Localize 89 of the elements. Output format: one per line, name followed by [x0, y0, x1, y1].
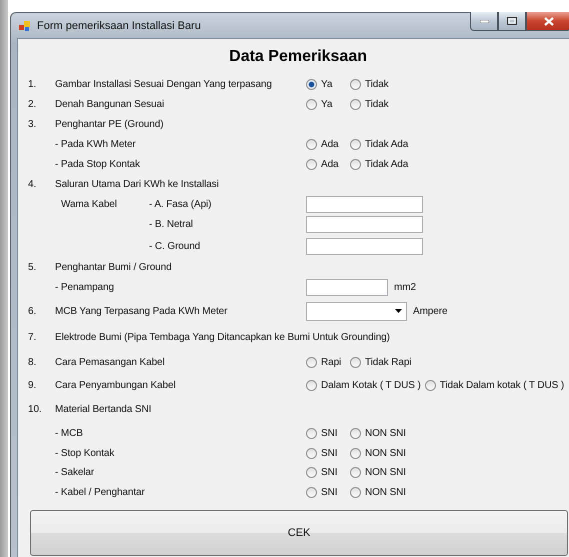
- item-label: Gambar Installasi Sesuai Dengan Yang terpasang: [55, 78, 272, 90]
- item-label: MCB Yang Terpasang Pada KWh Meter: [55, 306, 228, 316]
- radio-button[interactable]: [306, 356, 317, 368]
- text-field[interactable]: [306, 279, 388, 296]
- radio-option[interactable]: Rapi: [306, 356, 346, 368]
- radio-button[interactable]: [350, 98, 361, 110]
- radio-button[interactable]: [350, 486, 361, 498]
- radio-option[interactable]: SNI: [306, 448, 346, 459]
- radio-button[interactable]: [306, 78, 317, 90]
- close-button[interactable]: [526, 12, 569, 31]
- maximize-icon: [507, 17, 518, 25]
- app-icon: [19, 20, 31, 32]
- sub-label: - C. Ground: [149, 240, 200, 252]
- dropdown-field[interactable]: [306, 302, 407, 320]
- maximize-button[interactable]: [498, 12, 526, 31]
- radio-button[interactable]: [306, 467, 317, 478]
- radio-button[interactable]: [306, 380, 317, 391]
- radio-option[interactable]: Ada: [306, 159, 346, 170]
- radio-button[interactable]: [350, 356, 361, 368]
- item-label: Cara Pemasangan Kabel: [55, 356, 165, 368]
- radio-button[interactable]: [424, 380, 436, 391]
- radio-button[interactable]: [306, 98, 317, 110]
- text-field[interactable]: [306, 196, 423, 212]
- radio-button[interactable]: [350, 78, 361, 90]
- close-icon: [544, 16, 554, 26]
- unit-label: Ampere: [413, 306, 448, 316]
- item-number: 2.: [28, 98, 36, 110]
- text-field[interactable]: [306, 216, 423, 233]
- radio-option[interactable]: Tidak: [350, 98, 390, 110]
- item-label: - Pada Stop Kontak: [55, 159, 140, 170]
- radio-button[interactable]: [306, 139, 317, 150]
- radio-option[interactable]: Dalam Kotak ( T DUS ): [306, 380, 421, 391]
- text-field[interactable]: [306, 238, 423, 254]
- radio-button[interactable]: [306, 448, 317, 459]
- window-title: Form pemeriksaan Installasi Baru: [37, 20, 202, 32]
- minimize-button[interactable]: [470, 12, 498, 31]
- item-label: Material Bertanda SNI: [55, 404, 152, 415]
- radio-option[interactable]: SNI: [306, 428, 346, 438]
- item-number: 1.: [28, 78, 36, 90]
- radio-option[interactable]: Tidak Ada: [350, 139, 408, 150]
- item-label: - Penampang: [55, 282, 114, 293]
- radio-button[interactable]: [306, 486, 317, 498]
- item-number: 6.: [28, 306, 36, 316]
- item-label: Cara Penyambungan Kabel: [55, 380, 176, 391]
- radio-option[interactable]: SNI: [306, 467, 346, 478]
- unit-label: mm2: [394, 282, 416, 293]
- item-label: - Sakelar: [55, 467, 94, 478]
- item-label: - Stop Kontak: [55, 448, 114, 459]
- form-heading: Data Pemeriksaan: [228, 46, 368, 66]
- radio-option[interactable]: Ya: [306, 98, 346, 110]
- sub-label: - B. Netral: [149, 219, 193, 230]
- radio-option[interactable]: Tidak Rapi: [350, 356, 412, 368]
- item-number: 10.: [28, 404, 42, 415]
- radio-option[interactable]: Tidak Ada: [350, 159, 408, 170]
- item-label: - MCB: [55, 428, 83, 438]
- item-number: 5.: [28, 262, 36, 272]
- item-label: Saluran Utama Dari KWh ke Installasi: [55, 178, 219, 190]
- item-label: - Pada KWh Meter: [55, 139, 136, 150]
- radio-option[interactable]: NON SNI: [350, 428, 406, 438]
- radio-option[interactable]: Tidak: [350, 78, 390, 90]
- radio-option[interactable]: Ada: [306, 139, 346, 150]
- radio-button[interactable]: [350, 139, 361, 150]
- radio-option[interactable]: Ya: [306, 78, 346, 90]
- radio-button[interactable]: [350, 428, 361, 438]
- item-number: 4.: [28, 178, 36, 190]
- minimize-icon: [480, 20, 489, 22]
- radio-button[interactable]: [306, 159, 317, 170]
- radio-button[interactable]: [350, 159, 361, 170]
- item-label: - Kabel / Penghantar: [55, 486, 145, 498]
- item-label: Denah Bangunan Sesuai: [55, 98, 164, 110]
- radio-option[interactable]: NON SNI: [350, 467, 406, 478]
- cek-button[interactable]: CEK: [30, 510, 568, 556]
- item-number: 3.: [28, 118, 36, 130]
- item-number: 8.: [28, 356, 36, 368]
- radio-option[interactable]: Tidak Dalam kotak ( T DUS ): [424, 380, 564, 391]
- group-label: Wama Kabel: [60, 198, 118, 210]
- radio-button[interactable]: [350, 467, 361, 478]
- dropdown-caret-icon: [395, 309, 402, 313]
- radio-option[interactable]: NON SNI: [350, 486, 406, 498]
- sub-label: - A. Fasa (Api): [149, 198, 212, 210]
- item-number: 7.: [28, 332, 36, 342]
- radio-button[interactable]: [350, 448, 361, 459]
- radio-option[interactable]: NON SNI: [350, 448, 406, 459]
- radio-option[interactable]: SNI: [306, 486, 346, 498]
- item-number: 9.: [28, 380, 36, 391]
- item-label: Penghantar PE (Ground): [55, 118, 164, 130]
- item-label: Penghantar Bumi / Ground: [55, 262, 172, 272]
- radio-button[interactable]: [306, 428, 317, 438]
- item-label: Elektrode Bumi (Pipa Tembaga Yang Ditancapkan ke Bumi Untuk Grounding): [55, 332, 390, 342]
